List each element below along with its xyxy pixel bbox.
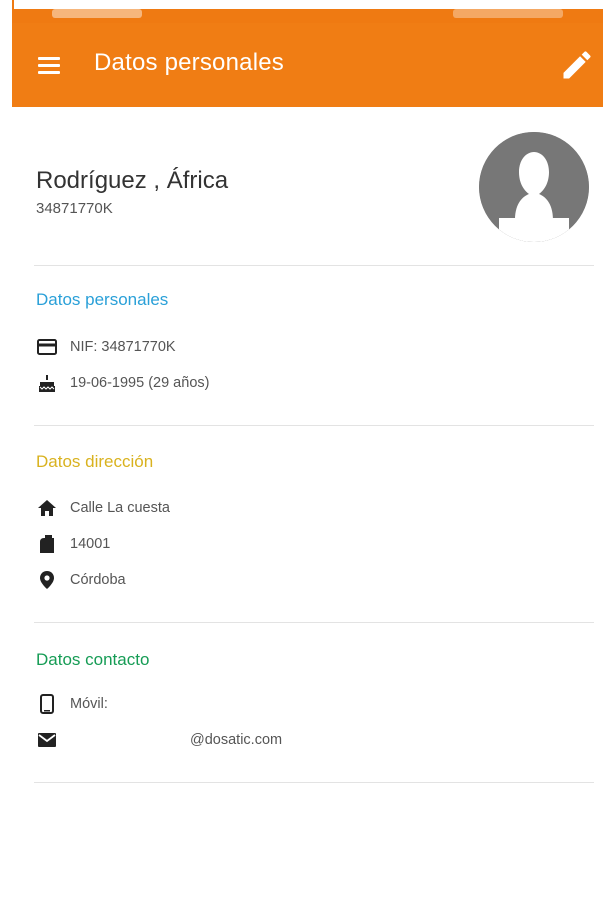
location-pin-icon [36,569,58,591]
section-title-personal-label: Datos personales [36,290,169,309]
email-icon [36,729,58,751]
profile-header: Rodríguez , África 34871770K [12,107,603,267]
profile-id-number: 34871770K [36,200,113,217]
nif-value: NIF: 34871770K [70,339,176,355]
section-title-address: Datos dirección [36,452,153,472]
avatar[interactable] [479,132,589,242]
divider [34,265,594,266]
city-value: Córdoba [70,572,126,588]
app-screen: Datos personales Rodríguez , África 3487… [12,9,603,900]
section-title-personal: Datos personales [36,290,168,310]
street-value: Calle La cuesta [70,500,170,516]
personal-nif-row: NIF: 34871770K [36,335,176,359]
postal-code-value: 14001 [70,536,111,552]
status-bar [12,9,603,23]
status-bar-right [453,9,563,18]
mailbox-icon [36,533,58,555]
contact-email-row: @dosatic.com [36,728,282,752]
profile-name: Rodríguez , África [36,167,229,194]
email-value[interactable]: @dosatic.com [190,732,282,748]
address-street-row: Calle La cuesta [36,496,170,520]
section-title-contact: Datos contacto [36,650,149,670]
smartphone-icon [36,693,58,715]
pencil-icon[interactable] [559,47,595,83]
person-silhouette-icon [479,132,589,242]
contact-mobile-row: Móvil: [36,692,108,716]
birthdate-value: 19-06-1995 (29 años) [70,375,210,391]
divider [34,782,594,783]
address-city-row: Córdoba [36,568,126,592]
divider [34,425,594,426]
section-title-address-label: Datos dirección [36,452,154,471]
divider [34,622,594,623]
section-title-contact-label: Datos contacto [36,650,150,669]
personal-birthdate-row: 19-06-1995 (29 años) [36,371,209,395]
birthday-cake-icon [36,372,58,394]
app-bar: Datos personales [12,23,603,107]
mobile-label: Móvil: [70,696,108,712]
menu-icon[interactable] [34,51,68,81]
status-bar-left [52,9,142,18]
credit-card-icon [36,336,58,358]
page-title: Datos personales [94,49,284,76]
home-icon [36,497,58,519]
address-postal-row: 14001 [36,532,110,556]
